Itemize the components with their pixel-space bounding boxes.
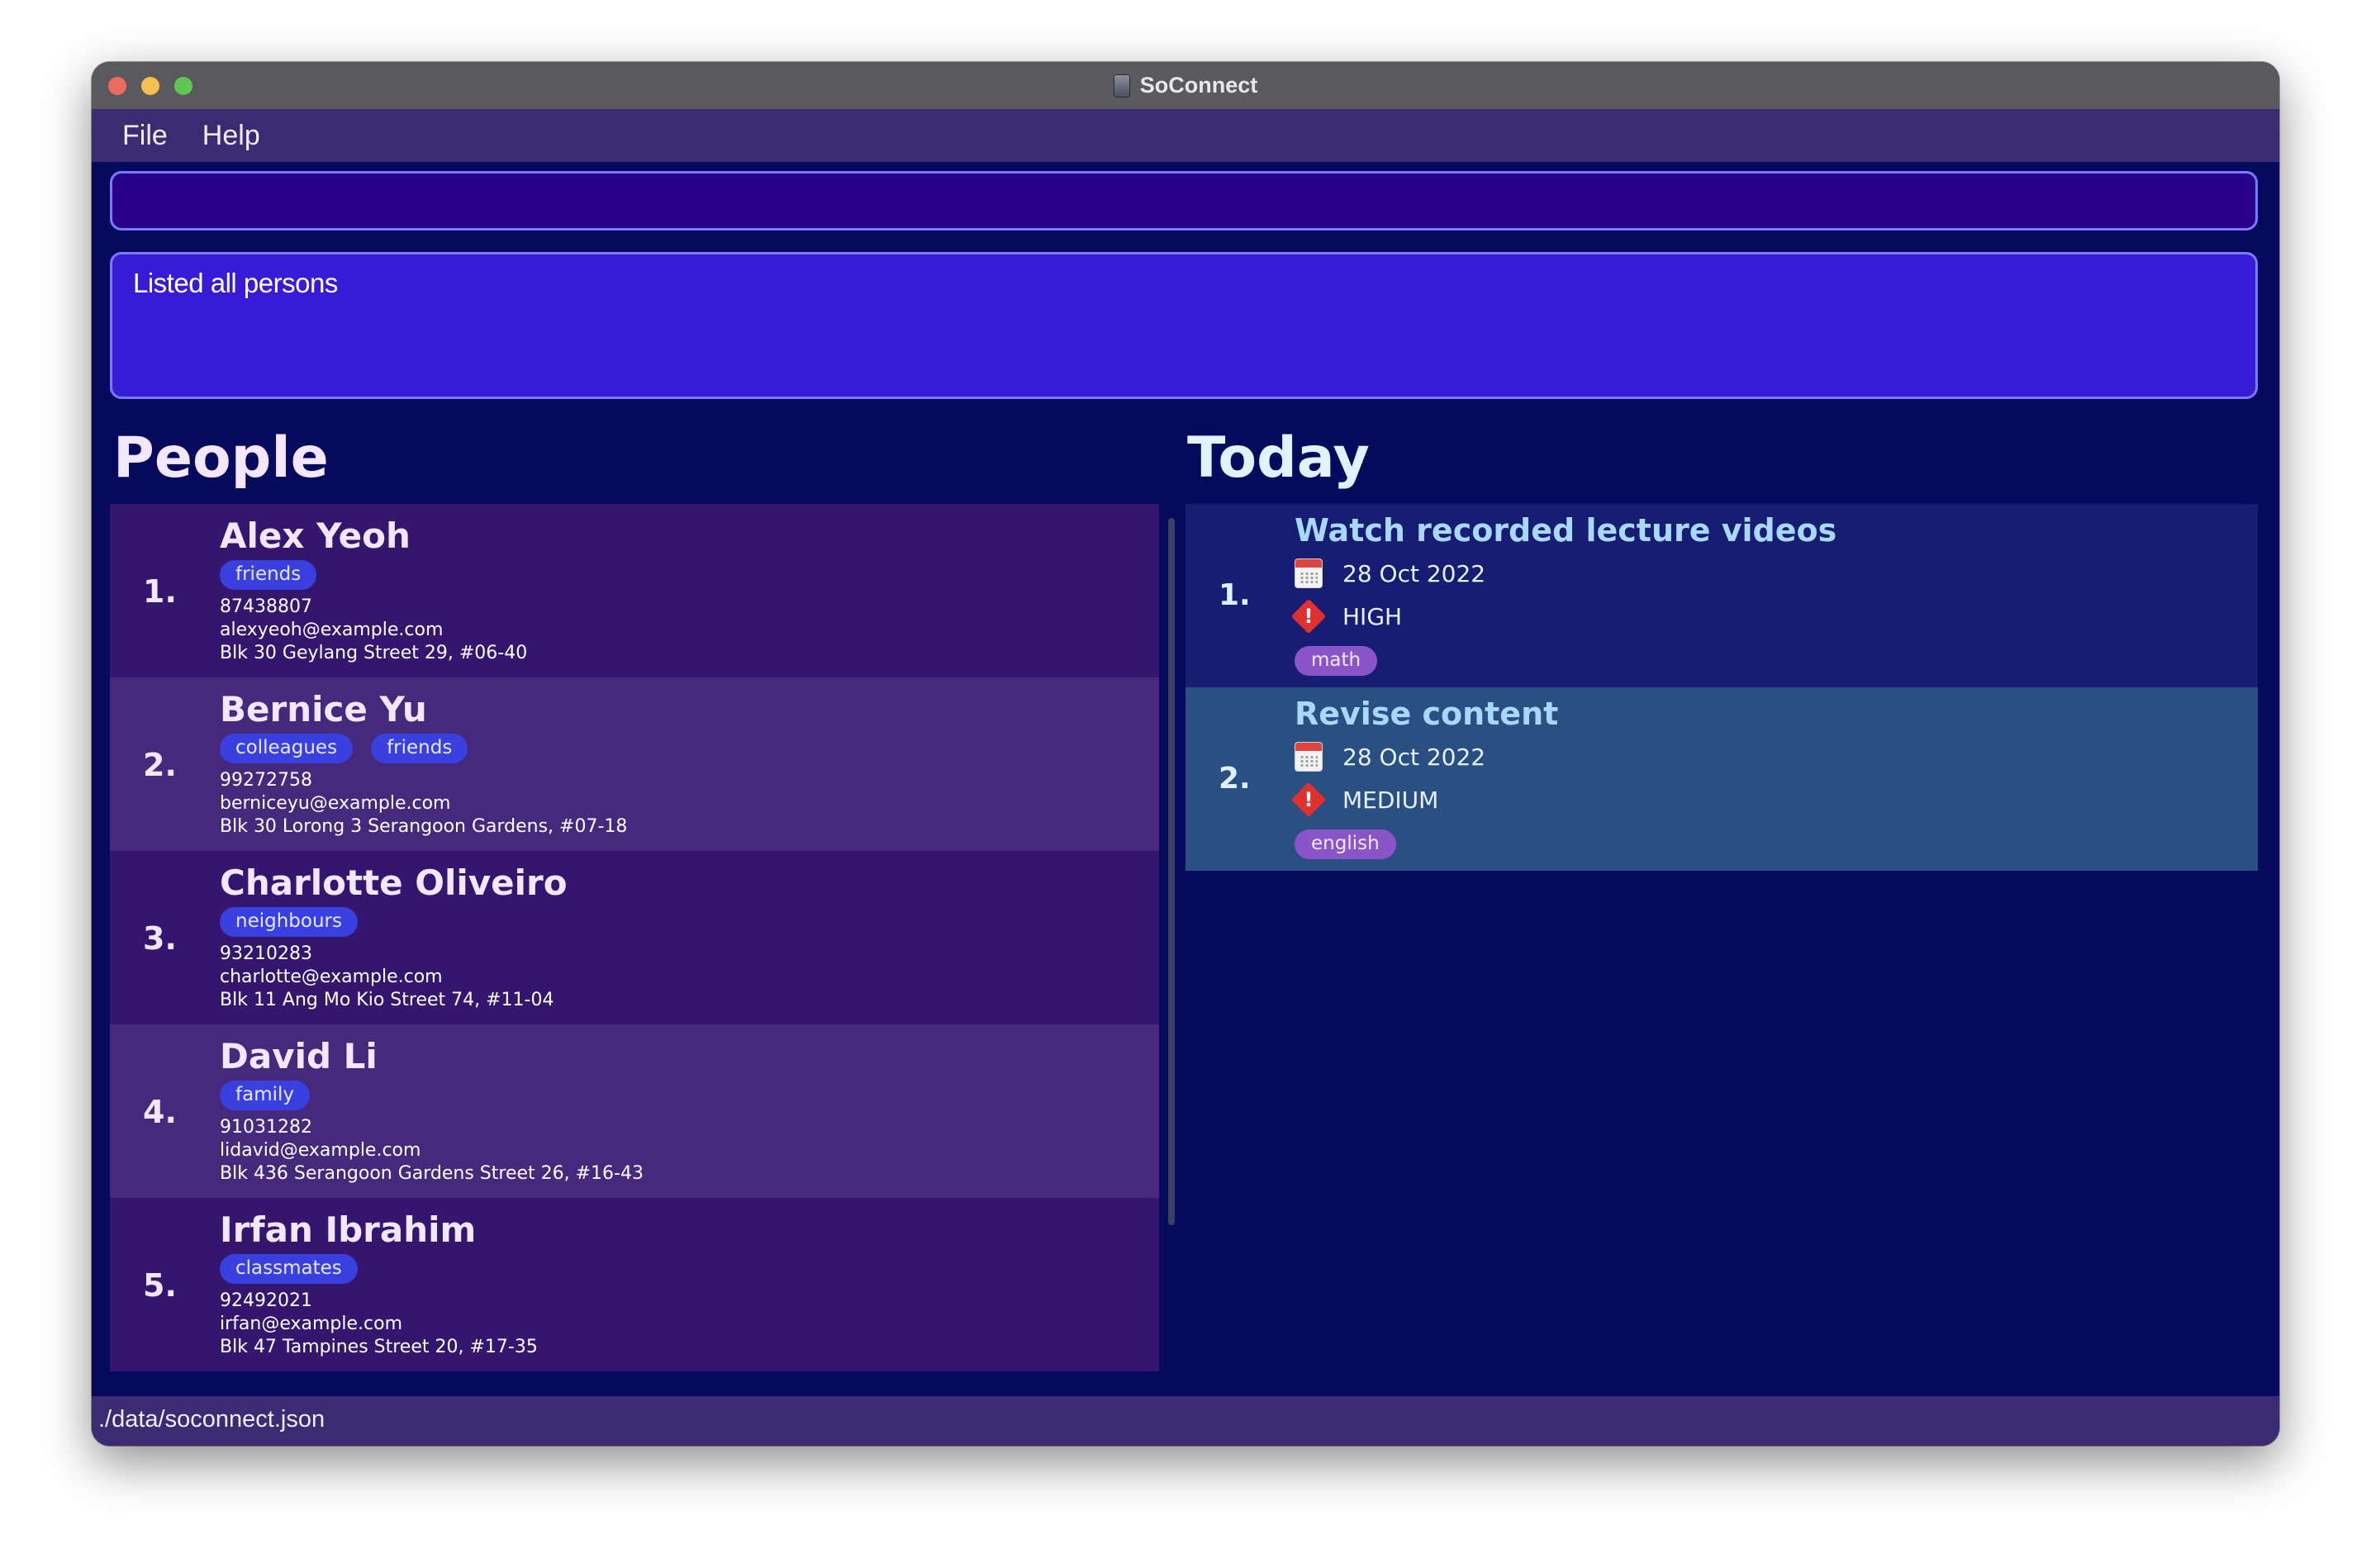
person-tags: family xyxy=(220,1081,310,1110)
person-card[interactable]: 3. Charlotte Oliveiro neighbours 9321028… xyxy=(110,851,1159,1024)
task-name: Watch recorded lecture videos xyxy=(1295,512,1837,549)
people-scrollbar[interactable] xyxy=(1168,518,1175,1225)
person-address: Blk 30 Lorong 3 Serangoon Gardens, #07-1… xyxy=(220,816,628,837)
task-card[interactable]: 1. Watch recorded lecture videos 28 Oct … xyxy=(1186,504,2258,687)
person-address: Blk 11 Ang Mo Kio Street 74, #11-04 xyxy=(220,990,554,1010)
today-heading: Today xyxy=(1187,425,1370,491)
people-list[interactable]: 1. Alex Yeoh friends 87438807 alexyeoh@e… xyxy=(110,504,1159,1380)
task-date-row: 28 Oct 2022 xyxy=(1295,558,1485,588)
person-name: Irfan Ibrahim xyxy=(220,1209,477,1250)
person-phone: 93210283 xyxy=(220,943,312,964)
menu-help[interactable]: Help xyxy=(202,120,260,152)
person-tag: neighbours xyxy=(220,907,358,937)
today-task-list[interactable]: 1. Watch recorded lecture videos 28 Oct … xyxy=(1186,504,2258,871)
task-date-row: 28 Oct 2022 xyxy=(1295,742,1485,772)
person-phone: 87438807 xyxy=(220,596,312,617)
task-index: 1. xyxy=(1219,578,1251,612)
person-tag: classmates xyxy=(220,1254,358,1284)
person-card[interactable]: 2. Bernice Yu colleagues friends 9927275… xyxy=(110,677,1159,851)
calendar-icon xyxy=(1295,558,1323,588)
person-index: 5. xyxy=(143,1267,177,1304)
person-name: Charlotte Oliveiro xyxy=(220,862,568,903)
result-text: Listed all persons xyxy=(133,268,338,298)
task-date: 28 Oct 2022 xyxy=(1342,743,1486,771)
person-tag: friends xyxy=(220,560,317,590)
person-card[interactable]: 5. Irfan Ibrahim classmates 92492021 irf… xyxy=(110,1198,1159,1371)
person-index: 1. xyxy=(143,573,177,610)
task-name: Revise content xyxy=(1295,696,1559,732)
task-priority-row: ! HIGH xyxy=(1290,598,1403,634)
person-tags: friends xyxy=(220,560,317,590)
task-priority: MEDIUM xyxy=(1342,786,1439,814)
task-priority: HIGH xyxy=(1342,602,1403,630)
person-name: David Li xyxy=(220,1036,378,1076)
result-display: Listed all persons xyxy=(110,252,2258,399)
person-email: irfan@example.com xyxy=(220,1314,402,1334)
menu-file[interactable]: File xyxy=(122,120,168,152)
person-phone: 99272758 xyxy=(220,770,312,791)
task-date: 28 Oct 2022 xyxy=(1342,559,1486,587)
person-email: berniceyu@example.com xyxy=(220,793,451,814)
person-tag: friends xyxy=(371,734,468,763)
task-tag: english xyxy=(1295,829,1396,859)
person-index: 4. xyxy=(143,1094,177,1130)
person-address: Blk 436 Serangoon Gardens Street 26, #16… xyxy=(220,1163,644,1184)
task-card[interactable]: 2. Revise content 28 Oct 2022 ! MEDIUM e… xyxy=(1186,687,2258,871)
person-card[interactable]: 1. Alex Yeoh friends 87438807 alexyeoh@e… xyxy=(110,504,1159,677)
command-input[interactable] xyxy=(110,171,2258,230)
title-bar: SoConnect xyxy=(92,62,2279,110)
person-index: 2. xyxy=(143,747,177,783)
person-tag: family xyxy=(220,1081,310,1110)
menu-bar: File Help xyxy=(92,109,2279,162)
app-window: SoConnect File Help Listed all persons P… xyxy=(92,62,2279,1446)
person-phone: 91031282 xyxy=(220,1117,312,1138)
status-bar: ./data/soconnect.json xyxy=(92,1396,2279,1446)
person-card[interactable]: 4. David Li family 91031282 lidavid@exam… xyxy=(110,1024,1159,1198)
person-email: alexyeoh@example.com xyxy=(220,620,444,640)
window-title-group: SoConnect xyxy=(92,62,2279,109)
person-phone: 92492021 xyxy=(220,1290,312,1311)
task-index: 2. xyxy=(1219,762,1251,796)
calendar-icon xyxy=(1295,742,1323,772)
app-icon xyxy=(1113,74,1130,97)
task-priority-row: ! MEDIUM xyxy=(1290,782,1439,818)
person-tags: classmates xyxy=(220,1254,358,1284)
person-address: Blk 30 Geylang Street 29, #06-40 xyxy=(220,643,528,663)
person-email: charlotte@example.com xyxy=(220,967,443,987)
priority-warning-icon: ! xyxy=(1290,598,1327,634)
person-name: Alex Yeoh xyxy=(220,516,411,556)
person-email: lidavid@example.com xyxy=(220,1140,421,1161)
person-tags: neighbours xyxy=(220,907,358,937)
data-file-path: ./data/soconnect.json xyxy=(98,1406,325,1433)
task-tag: math xyxy=(1295,646,1378,676)
person-name: Bernice Yu xyxy=(220,689,427,729)
people-heading: People xyxy=(113,425,329,491)
person-tags: colleagues friends xyxy=(220,734,468,763)
priority-warning-icon: ! xyxy=(1290,782,1327,818)
person-tag: colleagues xyxy=(220,734,354,763)
window-title: SoConnect xyxy=(1139,73,1258,97)
person-address: Blk 47 Tampines Street 20, #17-35 xyxy=(220,1337,538,1357)
person-index: 3. xyxy=(143,920,177,957)
